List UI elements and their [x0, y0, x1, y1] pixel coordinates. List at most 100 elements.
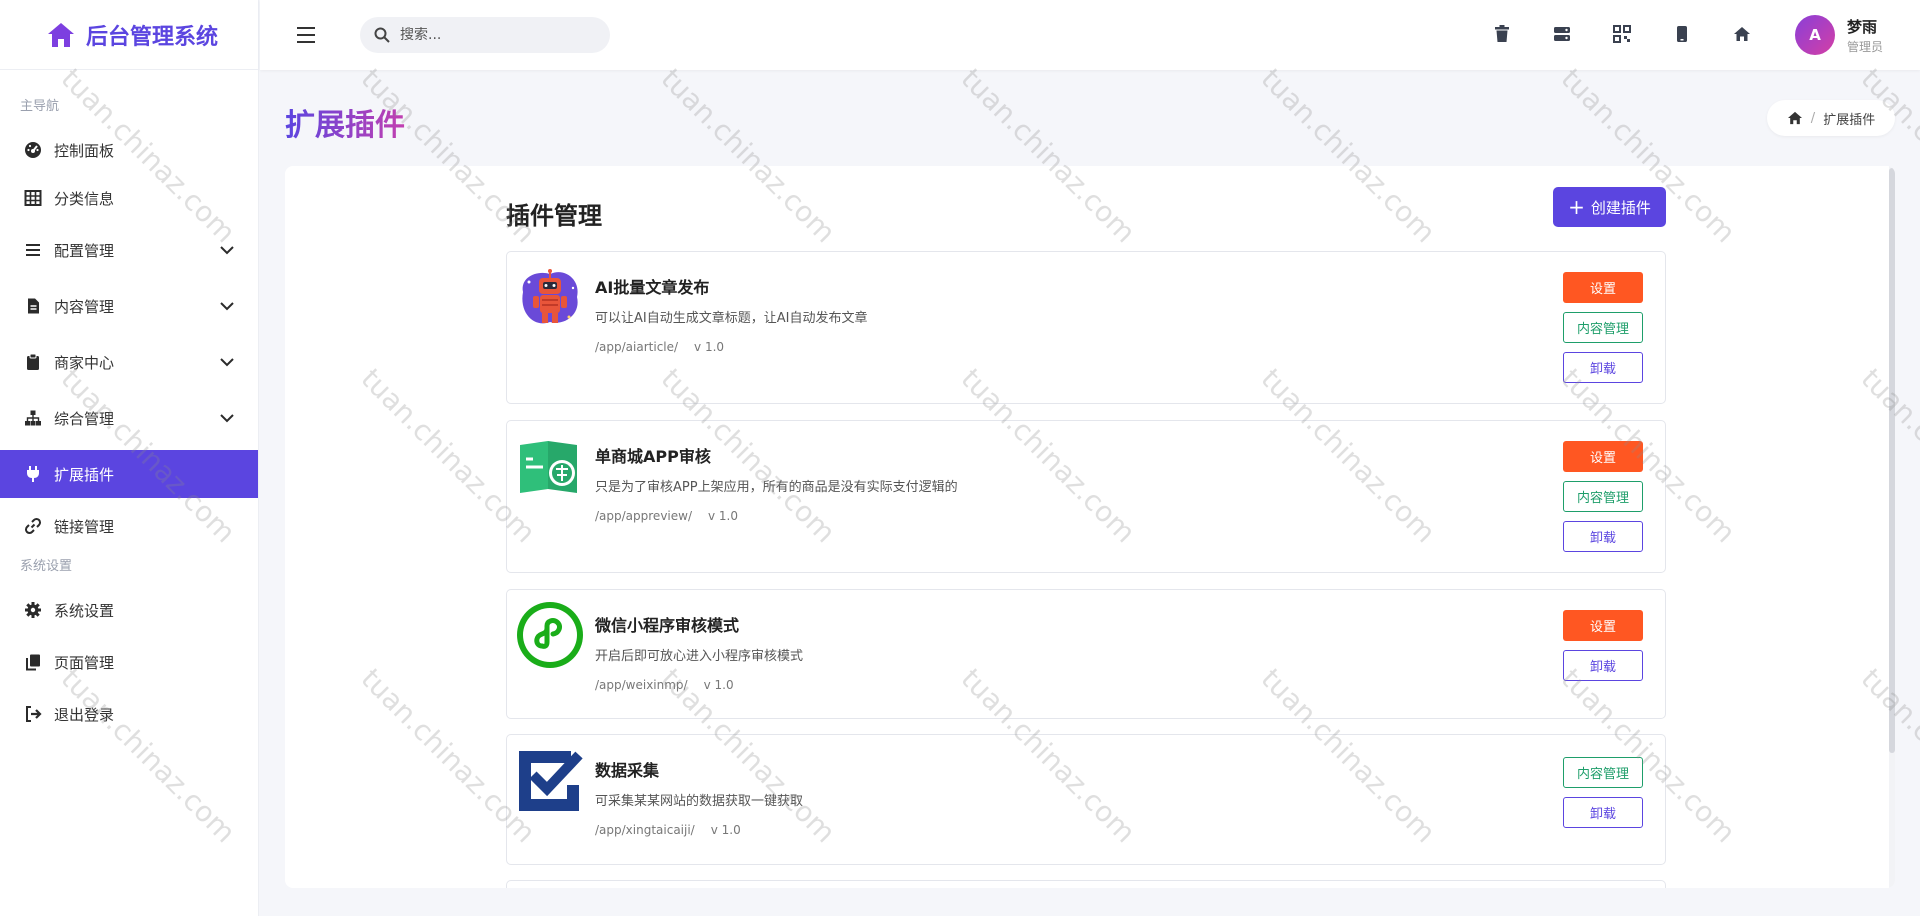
- plugin-actions: 设置 内容管理 卸载: [1563, 441, 1643, 561]
- sidebar-item-logout[interactable]: 退出登录: [0, 690, 258, 738]
- copy-icon: [24, 653, 42, 671]
- plugin-path: /app/xingtaicaiji/: [595, 823, 695, 837]
- plugin-actions: 设置 卸载: [1563, 610, 1643, 690]
- plugin-item-xingtaicaiji: 数据采集 可采集某某网站的数据获取一键获取 /app/xingtaicaiji/…: [506, 734, 1666, 865]
- robot-logo-icon: [522, 269, 578, 324]
- brand-title: 后台管理系统: [86, 24, 219, 50]
- sidebar-item-content[interactable]: 内容管理: [0, 282, 258, 330]
- plugin-meta: /app/weixinmp/v 1.0: [595, 678, 734, 692]
- avatar[interactable]: A: [1795, 15, 1835, 55]
- sidebar-item-system-settings[interactable]: 系统设置: [0, 586, 258, 634]
- plugin-name: 单商城APP审核: [595, 447, 711, 466]
- scrollbar-thumb[interactable]: [1889, 168, 1895, 753]
- plugin-name: AI批量文章发布: [595, 278, 710, 297]
- sidebar-item-label: 内容管理: [54, 297, 115, 316]
- content-manage-button[interactable]: 内容管理: [1563, 757, 1643, 788]
- home-icon: [48, 22, 74, 47]
- chevron-down-icon: [220, 302, 234, 311]
- sidebar-item-merchant[interactable]: 商家中心: [0, 338, 258, 386]
- chevron-down-icon: [220, 358, 234, 367]
- search-box: [360, 17, 610, 53]
- sidebar-item-label: 商家中心: [54, 353, 115, 372]
- breadcrumb-separator: /: [1810, 110, 1816, 126]
- clipboard-icon: [24, 353, 42, 371]
- plugin-meta: /app/appreview/v 1.0: [595, 509, 738, 523]
- sidebar-item-links[interactable]: 链接管理: [0, 502, 258, 550]
- sidebar-item-dashboard[interactable]: 控制面板: [0, 126, 258, 174]
- sidebar-item-category[interactable]: 分类信息: [0, 174, 258, 222]
- sidebar-item-pages[interactable]: 页面管理: [0, 638, 258, 686]
- settings-button[interactable]: 设置: [1563, 272, 1643, 303]
- plug-icon: [24, 465, 42, 483]
- plugin-meta: /app/xingtaicaiji/v 1.0: [595, 823, 741, 837]
- sign-out-icon: [24, 705, 42, 723]
- qrcode-icon[interactable]: [1612, 24, 1632, 44]
- sidebar-item-label: 扩展插件: [54, 465, 115, 484]
- plugin-item-appreview: 单商城APP审核 只是为了审核APP上架应用，所有的商品是没有实际支付逻辑的 /…: [506, 420, 1666, 573]
- sidebar-item-label: 退出登录: [54, 705, 115, 724]
- checkbox-logo-icon: [519, 751, 583, 811]
- plugin-path: /app/appreview/: [595, 509, 692, 523]
- plugin-version: v 1.0: [694, 340, 725, 354]
- mini-program-logo-icon: [517, 602, 583, 668]
- list-icon: [24, 241, 42, 259]
- settings-button[interactable]: 设置: [1563, 610, 1643, 641]
- content-manage-button[interactable]: 内容管理: [1563, 312, 1643, 343]
- section-title: 插件管理: [506, 202, 602, 230]
- sidebar: 后台管理系统 主导航 控制面板 分类信息 配置管理 内容管理 商家中心 综合管理…: [0, 0, 259, 916]
- dashboard-icon: [24, 141, 42, 159]
- gear-icon: [24, 601, 42, 619]
- topbar: A 梦雨 管理员: [260, 0, 1920, 70]
- chevron-down-icon: [220, 246, 234, 255]
- settings-button[interactable]: 设置: [1563, 441, 1643, 472]
- app-review-logo-icon: [520, 441, 577, 493]
- sidebar-item-label: 链接管理: [54, 517, 115, 536]
- trash-icon[interactable]: [1492, 24, 1512, 44]
- user-name[interactable]: 梦雨: [1847, 16, 1877, 37]
- create-plugin-label: 创建插件: [1590, 198, 1651, 217]
- plugin-version: v 1.0: [703, 678, 734, 692]
- plugin-description: 可采集某某网站的数据获取一键获取: [595, 794, 804, 809]
- sitemap-icon: [24, 409, 42, 427]
- home-icon[interactable]: [1787, 111, 1803, 125]
- plugin-item-partial: [506, 880, 1666, 888]
- home-icon[interactable]: [1732, 24, 1752, 44]
- scrollbar[interactable]: [1889, 166, 1895, 888]
- uninstall-button[interactable]: 卸载: [1563, 352, 1643, 383]
- plugin-actions: 设置 内容管理 卸载: [1563, 272, 1643, 392]
- content-manage-button[interactable]: 内容管理: [1563, 481, 1643, 512]
- plugin-description: 开启后即可放心进入小程序审核模式: [595, 649, 804, 664]
- page-title: 扩展插件: [285, 100, 405, 144]
- plugin-version: v 1.0: [710, 823, 741, 837]
- plugin-path: /app/aiarticle/: [595, 340, 679, 354]
- plugin-item-weixinmp: 微信小程序审核模式 开启后即可放心进入小程序审核模式 /app/weixinmp…: [506, 589, 1666, 719]
- sidebar-item-label: 配置管理: [54, 241, 115, 260]
- plugin-name: 微信小程序审核模式: [595, 616, 740, 635]
- plugin-meta: /app/aiarticle/v 1.0: [595, 340, 724, 354]
- uninstall-button[interactable]: 卸载: [1563, 521, 1643, 552]
- search-input[interactable]: [400, 27, 590, 43]
- user-role: 管理员: [1847, 40, 1884, 54]
- sidebar-item-label: 分类信息: [54, 189, 115, 208]
- nav-section-main: 主导航: [20, 99, 60, 114]
- plus-icon: +: [1568, 195, 1585, 219]
- brand[interactable]: 后台管理系统: [0, 0, 258, 70]
- mobile-icon[interactable]: [1672, 24, 1692, 44]
- breadcrumb-current: 扩展插件: [1823, 112, 1876, 128]
- sidebar-item-general[interactable]: 综合管理: [0, 394, 258, 442]
- sidebar-item-label: 控制面板: [54, 141, 115, 160]
- server-icon[interactable]: [1552, 24, 1572, 44]
- uninstall-button[interactable]: 卸载: [1563, 797, 1643, 828]
- plugin-description: 只是为了审核APP上架应用，所有的商品是没有实际支付逻辑的: [595, 480, 958, 495]
- plugin-card: 插件管理 + 创建插件 AI批量文章发布 可以让AI自动生成文章标题，让AI自动…: [285, 166, 1895, 888]
- sidebar-item-label: 页面管理: [54, 653, 115, 672]
- menu-icon[interactable]: [295, 24, 317, 46]
- plugin-description: 可以让AI自动生成文章标题，让AI自动发布文章: [595, 311, 868, 326]
- plugin-actions: 内容管理 卸载: [1563, 757, 1643, 837]
- search-icon: [374, 27, 390, 43]
- sidebar-item-plugins[interactable]: 扩展插件: [0, 450, 258, 498]
- sidebar-item-config[interactable]: 配置管理: [0, 226, 258, 274]
- create-plugin-button[interactable]: + 创建插件: [1553, 187, 1666, 227]
- uninstall-button[interactable]: 卸载: [1563, 650, 1643, 681]
- file-icon: [24, 297, 42, 315]
